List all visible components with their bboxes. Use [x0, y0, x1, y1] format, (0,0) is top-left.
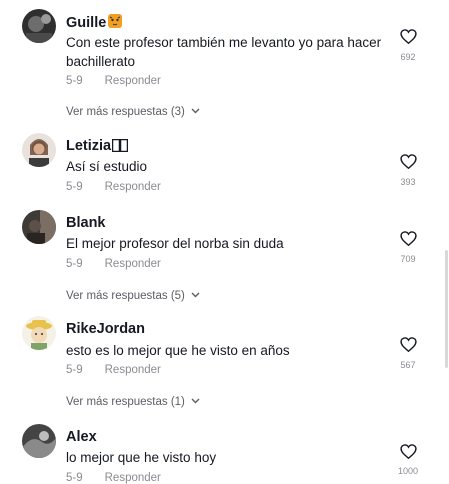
reply-button[interactable]: Responder — [105, 364, 161, 376]
tiger-badge-icon — [107, 13, 123, 33]
comment-meta: 5-9 Responder — [66, 472, 161, 484]
heart-outline-icon — [399, 231, 417, 246]
username[interactable]: Blank — [66, 215, 106, 231]
missing-glyph-icon — [111, 138, 129, 156]
reply-button[interactable]: Responder — [105, 181, 161, 193]
username[interactable]: RikeJordan — [66, 321, 145, 337]
username[interactable]: Guille — [66, 13, 123, 33]
view-more-label: Ver más respuestas (5) — [66, 290, 185, 302]
view-more-label: Ver más respuestas (1) — [66, 396, 185, 408]
comment-text: esto es lo mejor que he visto en años — [66, 343, 290, 358]
comment-meta: 5-9 Responder — [66, 258, 161, 270]
like-count: 692 — [400, 52, 416, 62]
like-count: 393 — [400, 177, 416, 187]
heart-outline-icon — [399, 337, 417, 352]
username[interactable]: Alex — [66, 429, 97, 445]
avatar[interactable] — [22, 424, 56, 458]
scrollbar[interactable] — [445, 250, 448, 368]
reply-button[interactable]: Responder — [105, 472, 161, 484]
comment-meta: 5-9 Responder — [66, 75, 161, 87]
like-count: 709 — [400, 254, 416, 264]
chevron-down-icon — [191, 105, 200, 117]
comment-meta: 5-9 Responder — [66, 364, 161, 376]
like-count: 567 — [400, 360, 416, 370]
heart-outline-icon — [399, 29, 417, 44]
chevron-down-icon — [191, 395, 200, 407]
comment-meta: 5-9 Responder — [66, 181, 161, 193]
like-button[interactable] — [396, 444, 420, 459]
comment-text: Con este profesor también me levanto yo … — [66, 35, 382, 69]
like-button[interactable] — [396, 337, 420, 352]
comment-date: 5-9 — [66, 75, 83, 87]
avatar[interactable] — [22, 316, 56, 350]
comment-text: El mejor profesor del norba sin duda — [66, 236, 284, 251]
reply-button[interactable]: Responder — [105, 258, 161, 270]
comment-date: 5-9 — [66, 181, 83, 193]
username[interactable]: Letizia — [66, 138, 129, 156]
comment-text: lo mejor que he visto hoy — [66, 450, 217, 465]
view-more-label: Ver más respuestas (3) — [66, 106, 185, 118]
heart-outline-icon — [399, 444, 417, 459]
view-more-replies[interactable]: Ver más respuestas (3) — [66, 105, 200, 118]
like-button[interactable] — [396, 154, 420, 169]
avatar[interactable] — [22, 133, 56, 167]
chevron-down-icon — [191, 289, 200, 301]
comment-text: Así sí estudio — [66, 159, 148, 174]
like-count: 1000 — [397, 466, 419, 476]
avatar[interactable] — [22, 9, 56, 43]
heart-outline-icon — [399, 154, 417, 169]
avatar[interactable] — [22, 210, 56, 244]
comment-date: 5-9 — [66, 258, 83, 270]
like-button[interactable] — [396, 29, 420, 44]
comment-date: 5-9 — [66, 364, 83, 376]
like-button[interactable] — [396, 231, 420, 246]
view-more-replies[interactable]: Ver más respuestas (1) — [66, 395, 200, 408]
reply-button[interactable]: Responder — [105, 75, 161, 87]
view-more-replies[interactable]: Ver más respuestas (5) — [66, 289, 200, 302]
comment-date: 5-9 — [66, 472, 83, 484]
